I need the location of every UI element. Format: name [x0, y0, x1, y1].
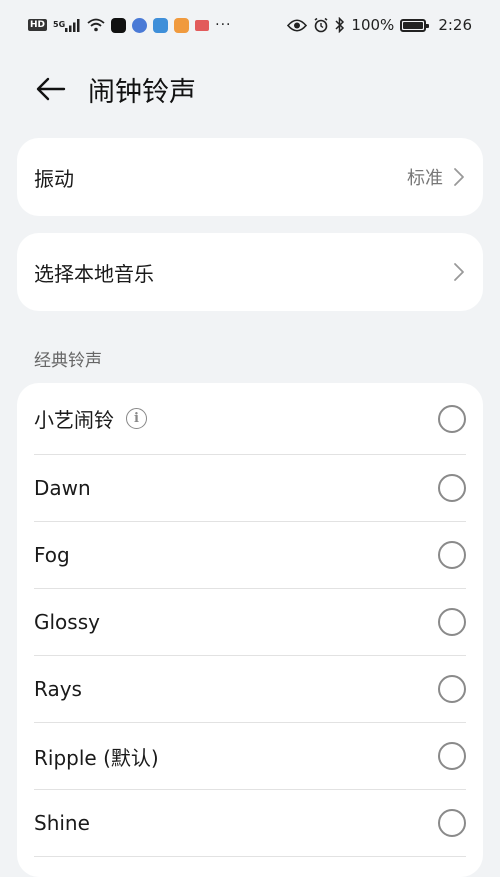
bluetooth-icon	[335, 17, 345, 33]
ringtone-label: Fog	[34, 543, 70, 567]
back-button[interactable]	[34, 72, 68, 106]
ringtone-item-fog[interactable]: Fog	[34, 522, 466, 589]
ringtone-item-left: 小艺闹铃 i	[34, 404, 147, 433]
ringtone-item-rays[interactable]: Rays	[34, 656, 466, 723]
local-music-row[interactable]: 选择本地音乐	[17, 233, 483, 311]
local-music-card: 选择本地音乐	[17, 233, 483, 311]
ringtone-item-dawn[interactable]: Dawn	[34, 455, 466, 522]
cellular-signal-icon: 5G	[53, 18, 81, 32]
hd-badge: HD	[28, 19, 48, 31]
ringtone-item-glossy[interactable]: Glossy	[34, 589, 466, 656]
title-bar: 闹钟铃声	[0, 60, 500, 118]
vibration-card: 振动 标准	[17, 138, 483, 216]
local-music-label: 选择本地音乐	[34, 261, 154, 286]
ringtone-radio[interactable]	[438, 675, 466, 703]
page-title: 闹钟铃声	[88, 76, 196, 108]
more-notifications-icon: ···	[215, 17, 232, 33]
battery-icon	[400, 18, 430, 32]
learning-app-icon	[153, 17, 169, 33]
network-type-label: 5G	[53, 20, 66, 29]
alarm-icon	[313, 17, 329, 33]
wifi-icon	[87, 18, 105, 32]
status-bar: HD 5G ··· 100% 2:26	[0, 0, 500, 50]
ringtone-radio[interactable]	[438, 742, 466, 770]
ringtone-radio[interactable]	[438, 809, 466, 837]
ringtone-radio[interactable]	[438, 608, 466, 636]
battery-percentage: 100%	[351, 16, 395, 34]
back-arrow-icon	[36, 77, 66, 101]
browser-app-icon	[132, 17, 148, 33]
reader-app-icon	[195, 19, 210, 31]
clock-time: 2:26	[438, 16, 472, 34]
ringtone-radio[interactable]	[438, 474, 466, 502]
status-bar-left: HD 5G ···	[28, 17, 232, 33]
ringtone-label: Rays	[34, 677, 82, 701]
ringtone-item-shine[interactable]: Shine	[34, 790, 466, 857]
status-bar-right: 100% 2:26	[287, 16, 472, 34]
info-icon[interactable]: i	[126, 408, 147, 429]
ringtone-label: Dawn	[34, 476, 91, 500]
chevron-right-icon	[454, 263, 464, 281]
tiktok-app-icon	[111, 17, 127, 33]
ringtone-radio[interactable]	[438, 404, 466, 433]
ringtone-label: Glossy	[34, 610, 100, 634]
ringtone-label: Shine	[34, 811, 90, 835]
classic-ringtones-section-title: 经典铃声	[34, 351, 102, 371]
ringtone-item-ripple[interactable]: Ripple (默认)	[34, 723, 466, 790]
chevron-right-icon	[454, 168, 464, 186]
vibration-label: 振动	[34, 166, 74, 191]
vibration-right: 标准	[407, 164, 465, 190]
ringtone-radio[interactable]	[438, 541, 466, 569]
classic-ringtones-list: 小艺闹铃 i Dawn Fog Glossy Rays Ripple (默认) …	[17, 383, 483, 877]
eye-comfort-icon	[287, 18, 308, 32]
vibration-value: 标准	[407, 168, 443, 189]
ringtone-item-xiaoyi[interactable]: 小艺闹铃 i	[34, 383, 466, 455]
ringtone-label: Ripple (默认)	[34, 745, 159, 770]
vibration-row[interactable]: 振动 标准	[17, 138, 483, 216]
video-app-icon	[174, 17, 190, 33]
ringtone-label: 小艺闹铃	[34, 408, 114, 432]
